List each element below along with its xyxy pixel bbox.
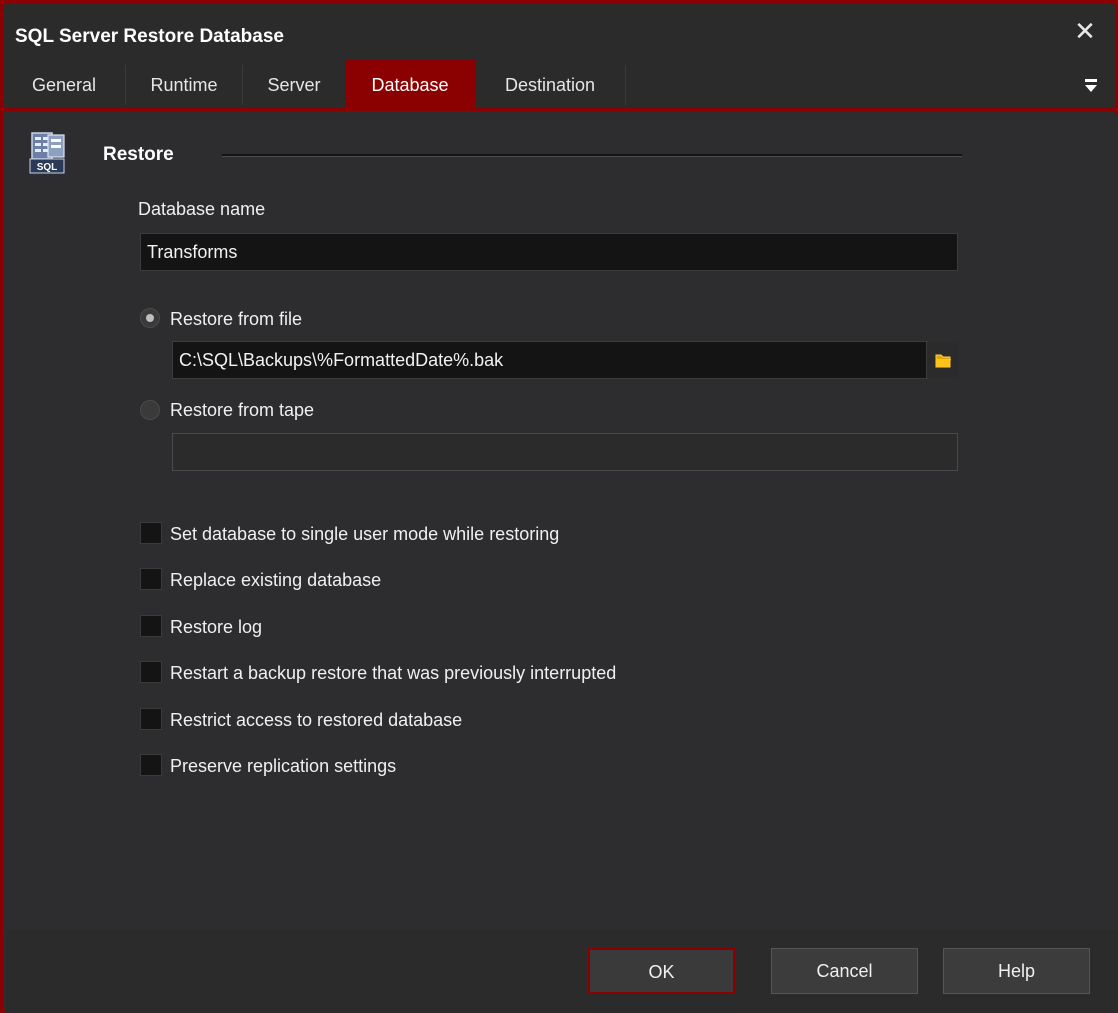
tab-bar: General Runtime Server Database Destinat… xyxy=(3,59,1115,111)
section-title: Restore xyxy=(103,144,174,165)
database-name-input[interactable]: Transforms xyxy=(140,233,958,271)
tab-runtime[interactable]: Runtime xyxy=(126,59,242,107)
restore-log-checkbox[interactable] xyxy=(140,615,162,637)
cancel-button[interactable]: Cancel xyxy=(771,948,918,994)
single-user-mode-label: Set database to single user mode while r… xyxy=(170,524,560,544)
browse-file-button[interactable] xyxy=(926,342,958,378)
ok-button[interactable]: OK xyxy=(588,948,735,994)
close-icon[interactable]: ✕ xyxy=(1071,17,1099,45)
restore-from-tape-radio[interactable] xyxy=(140,400,160,420)
tab-database[interactable]: Database xyxy=(345,59,475,107)
preserve-replication-checkbox[interactable] xyxy=(140,754,162,776)
restart-restore-checkbox[interactable] xyxy=(140,661,162,683)
restore-from-tape-label: Restore from tape xyxy=(170,400,315,420)
overflow-menu-icon[interactable] xyxy=(1083,77,1099,93)
tab-server[interactable]: Server xyxy=(243,59,345,107)
restore-from-file-label: Restore from file xyxy=(170,309,303,329)
section-divider xyxy=(222,154,962,157)
restrict-access-checkbox[interactable] xyxy=(140,708,162,730)
restart-restore-label: Restart a backup restore that was previo… xyxy=(170,663,617,683)
replace-existing-label: Replace existing database xyxy=(170,570,382,590)
replace-existing-checkbox[interactable] xyxy=(140,568,162,590)
preserve-replication-label: Preserve replication settings xyxy=(170,756,397,776)
svg-text:SQL: SQL xyxy=(37,162,58,173)
window-title: SQL Server Restore Database xyxy=(15,26,284,47)
tab-destination[interactable]: Destination xyxy=(475,59,625,107)
tab-content-database: SQL Restore Database name Transforms Res… xyxy=(6,115,1118,930)
restore-from-file-radio[interactable] xyxy=(140,308,160,328)
restore-log-label: Restore log xyxy=(170,617,263,637)
dialog-footer: OK Cancel Help xyxy=(6,930,1118,1013)
dialog-window: SQL Server Restore Database ✕ General Ru… xyxy=(0,0,1118,1013)
sql-database-icon: SQL xyxy=(29,132,65,174)
title-bar: SQL Server Restore Database ✕ xyxy=(3,3,1115,59)
tab-divider xyxy=(625,65,626,105)
tab-general[interactable]: General xyxy=(3,59,125,107)
database-name-label: Database name xyxy=(138,199,266,219)
help-button[interactable]: Help xyxy=(943,948,1090,994)
tape-device-input[interactable] xyxy=(172,433,958,471)
folder-icon xyxy=(935,354,951,368)
backup-file-path-input[interactable]: C:\SQL\Backups\%FormattedDate%.bak xyxy=(172,341,928,379)
single-user-mode-checkbox[interactable] xyxy=(140,522,162,544)
restrict-access-label: Restrict access to restored database xyxy=(170,710,463,730)
